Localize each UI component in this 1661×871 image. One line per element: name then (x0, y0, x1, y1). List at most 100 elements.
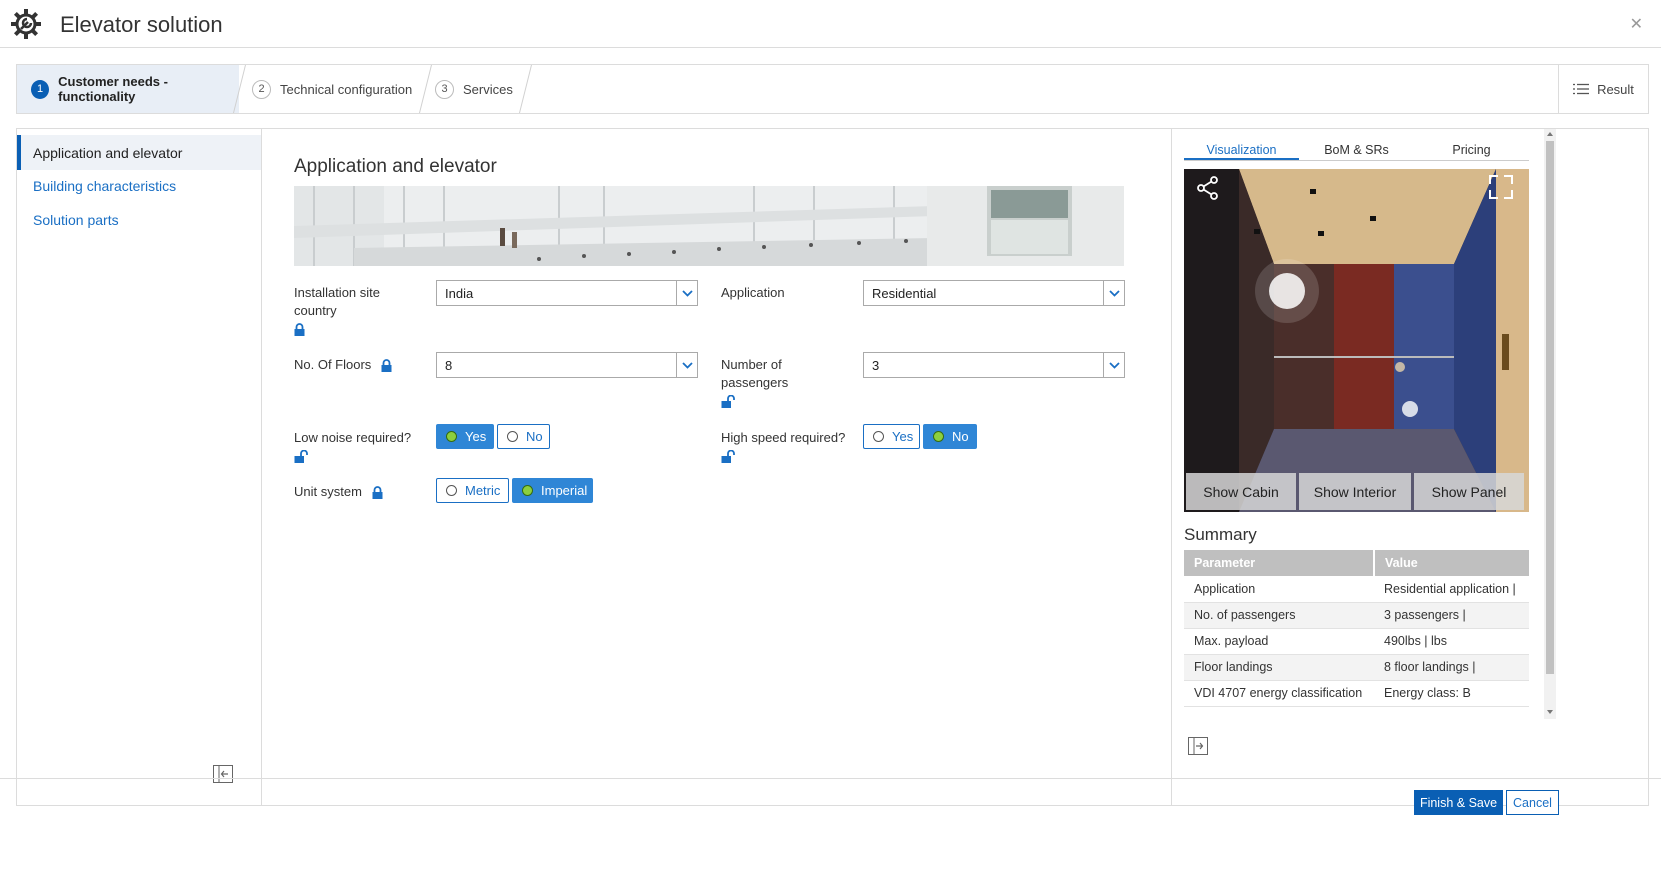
application-label: Application (721, 285, 785, 300)
elevator-visualization[interactable]: Show Cabin Show Interior Show Panel (1184, 169, 1529, 512)
content-area: Application and elevator Installation si… (263, 129, 1187, 805)
lock-open-icon[interactable] (721, 450, 735, 464)
low-noise-label-text: Low noise required? (294, 430, 412, 445)
summary-value: Residential application | (1374, 576, 1529, 603)
right-pane: Visualization BoM & SRs Pricing Show Cab… (1171, 129, 1648, 805)
radio-dot (507, 431, 518, 442)
sidebar-item-building[interactable]: Building characteristics (17, 168, 261, 203)
passengers-label-text: Number of passengers (721, 357, 789, 390)
step-label: Services (463, 81, 513, 97)
floors-label: No. Of Floors (294, 356, 392, 374)
passengers-select[interactable]: 3 (863, 352, 1125, 378)
unit-metric-option[interactable]: Metric (436, 478, 509, 503)
option-label: Yes (465, 429, 487, 444)
cancel-button[interactable]: Cancel (1506, 790, 1559, 815)
radio-dot (873, 431, 884, 442)
unit-imperial-option[interactable]: Imperial (512, 478, 593, 503)
table-row: Floor landings 8 floor landings | (1184, 654, 1529, 681)
sidebar-item-solution-parts[interactable]: Solution parts (17, 202, 261, 237)
option-label: Metric (465, 483, 501, 498)
summary-parameter: VDI 4707 energy classification (1184, 680, 1374, 707)
unit-system-label-text: Unit system (294, 484, 362, 499)
finish-save-button[interactable]: Finish & Save (1414, 790, 1503, 815)
radio-dot (446, 431, 457, 442)
sidebar-item-application[interactable]: Application and elevator (17, 135, 261, 170)
lock-open-icon[interactable] (721, 395, 735, 409)
lock-closed-icon[interactable] (294, 323, 305, 337)
summary-parameter: Floor landings (1184, 654, 1374, 681)
wizard-step-3[interactable]: 3 Services (435, 65, 525, 113)
radio-dot (446, 485, 457, 496)
step-label: Customer needs - functionality (58, 74, 168, 104)
gear-wrench-icon (11, 9, 41, 39)
step-number: 3 (435, 79, 454, 99)
radio-dot (522, 485, 533, 496)
footer-divider (0, 778, 1661, 779)
tab-visualization[interactable]: Visualization (1184, 135, 1299, 160)
chevron-down-icon (1103, 353, 1124, 377)
wizard-steps: 1 Customer needs - functionality 2 Techn… (16, 64, 1649, 114)
right-pane-scrollbar[interactable] (1544, 129, 1556, 719)
application-value: Residential (872, 285, 937, 301)
show-interior-button[interactable]: Show Interior (1299, 473, 1411, 510)
floors-label-text: No. Of Floors (294, 357, 372, 372)
summary-parameter: No. of passengers (1184, 602, 1374, 629)
lock-closed-icon[interactable] (372, 486, 383, 500)
collapse-left-icon[interactable] (213, 765, 233, 783)
installation-site-label-text: Installation site country (294, 285, 380, 318)
summary-parameter: Max. payload (1184, 628, 1374, 655)
application-select[interactable]: Residential (863, 280, 1125, 306)
summary-value: Energy class: B (1374, 680, 1529, 707)
summary-header-parameter: Parameter (1184, 550, 1374, 576)
option-label: No (526, 429, 543, 444)
result-button[interactable]: Result (1558, 65, 1648, 113)
app-title: Elevator solution (60, 12, 223, 37)
close-icon[interactable]: ✕ (1630, 14, 1643, 34)
passengers-value: 3 (872, 357, 880, 373)
app-header: Elevator solution ✕ (0, 0, 1661, 48)
tab-pricing[interactable]: Pricing (1414, 135, 1529, 160)
summary-header-value: Value (1373, 550, 1529, 576)
step-number: 1 (31, 79, 50, 99)
show-cabin-button[interactable]: Show Cabin (1186, 473, 1296, 510)
table-row: Max. payload 490lbs | lbs (1184, 628, 1529, 655)
high-speed-label-text: High speed required? (721, 430, 846, 445)
step-number: 2 (252, 79, 271, 99)
main-panel: Application and elevator Building charac… (16, 128, 1649, 806)
low-noise-label: Low noise required? (294, 429, 419, 465)
show-panel-button[interactable]: Show Panel (1414, 473, 1524, 510)
result-label: Result (1597, 81, 1634, 97)
passengers-label: Number of passengers (721, 356, 821, 410)
chevron-down-icon (1103, 281, 1124, 305)
table-row: Application Residential application | (1184, 576, 1529, 603)
lock-open-icon[interactable] (294, 450, 308, 464)
wizard-step-2[interactable]: 2 Technical configuration (252, 65, 424, 113)
list-icon (1573, 83, 1590, 95)
collapse-right-icon[interactable] (1188, 737, 1208, 755)
summary-table: Parameter Value Application Residential … (1184, 550, 1529, 707)
chevron-down-icon (676, 281, 697, 305)
right-tabs: Visualization BoM & SRs Pricing (1184, 135, 1529, 161)
summary-value: 8 floor landings | (1374, 654, 1529, 681)
installation-site-label: Installation site country (294, 284, 404, 338)
floors-select[interactable]: 8 (436, 352, 698, 378)
sidebar: Application and elevator Building charac… (17, 129, 262, 805)
tab-bom-srs[interactable]: BoM & SRs (1299, 135, 1414, 160)
summary-parameter: Application (1184, 576, 1374, 603)
elevator-cabin-image (1184, 169, 1529, 512)
summary-value: 3 passengers | (1374, 602, 1529, 629)
high-speed-no-option[interactable]: No (923, 424, 977, 449)
option-label: Imperial (541, 483, 588, 498)
step-label: Technical configuration (280, 81, 413, 97)
high-speed-yes-option[interactable]: Yes (863, 424, 920, 449)
low-noise-yes-option[interactable]: Yes (436, 424, 494, 449)
floors-value: 8 (445, 357, 453, 373)
table-row: No. of passengers 3 passengers | (1184, 602, 1529, 629)
installation-site-select[interactable]: India (436, 280, 698, 306)
low-noise-no-option[interactable]: No (497, 424, 550, 449)
summary-value: 490lbs | lbs (1374, 628, 1529, 655)
high-speed-label: High speed required? (721, 429, 851, 465)
option-label: No (952, 429, 969, 444)
lock-closed-icon[interactable] (381, 359, 392, 373)
wizard-step-1[interactable]: 1 Customer needs - functionality (17, 65, 239, 113)
